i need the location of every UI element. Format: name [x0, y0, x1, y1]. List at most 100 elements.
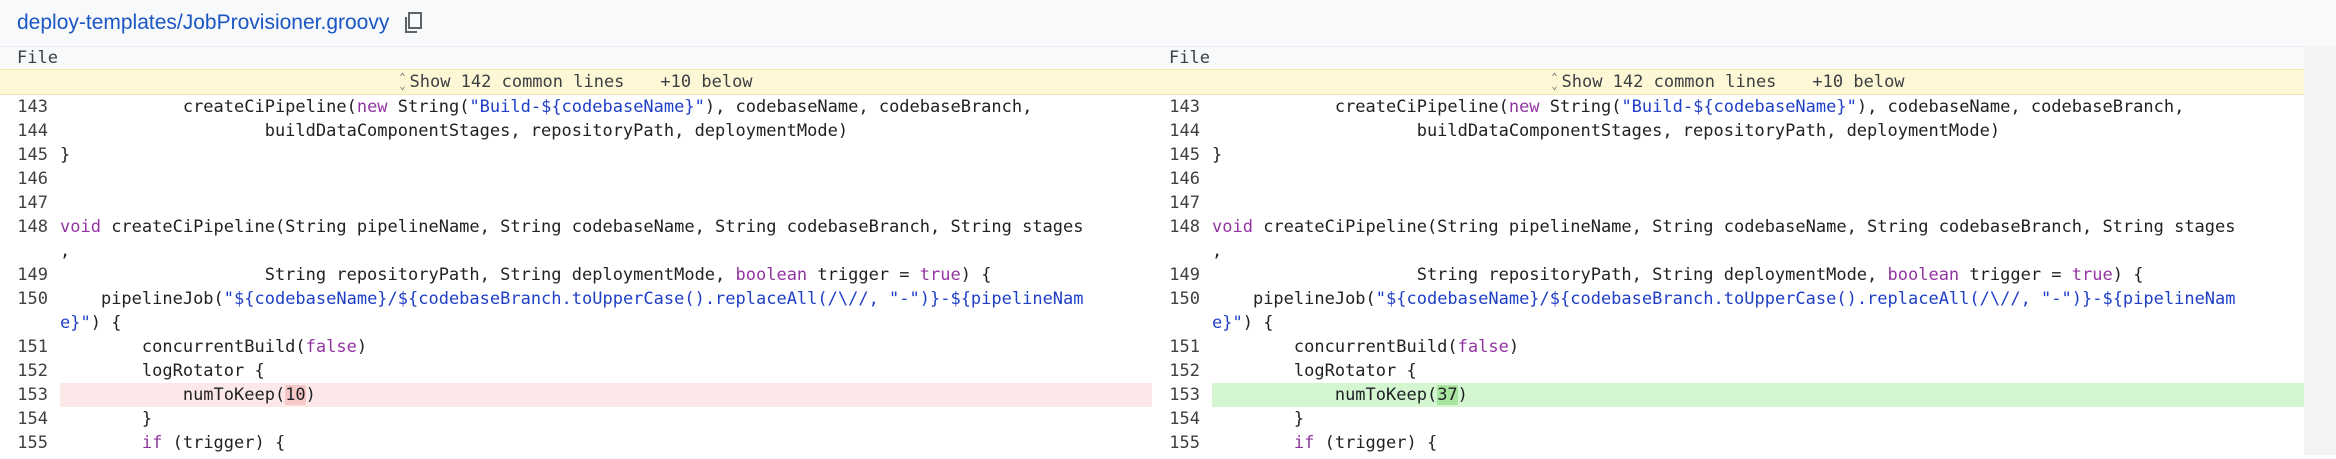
- code-token: false: [305, 337, 357, 357]
- code-token: ): [305, 385, 316, 405]
- code-token: "Build-${codebaseName}": [469, 97, 705, 117]
- line-number[interactable]: 151: [1152, 335, 1212, 359]
- line-content: logRotator {: [60, 359, 1152, 383]
- code-line: 147: [1152, 191, 2304, 215]
- line-number[interactable]: 154: [1152, 407, 1212, 431]
- code-token: boolean: [1887, 265, 1960, 285]
- line-number[interactable]: 144: [0, 119, 60, 143]
- line-number[interactable]: 153: [1152, 383, 1212, 407]
- line-number[interactable]: 152: [1152, 359, 1212, 383]
- line-number[interactable]: 147: [0, 191, 60, 215]
- code-token: numToKeep(: [60, 385, 286, 405]
- line-content: [1212, 167, 2304, 191]
- code-token: ) {: [90, 313, 122, 333]
- line-number[interactable]: 154: [0, 407, 60, 431]
- code-line: 155 if (trigger) {: [1152, 431, 2304, 455]
- line-number[interactable]: 148: [0, 215, 60, 263]
- line-number[interactable]: 144: [1152, 119, 1212, 143]
- line-content: numToKeep(37): [1212, 383, 2304, 407]
- code-token: }: [60, 145, 71, 165]
- left-pane: File ⌃ ⌄ Show 142 common lines +10 below …: [0, 46, 1152, 455]
- code-token: ) {: [960, 265, 992, 285]
- code-token: new: [1508, 97, 1540, 117]
- left-code-block: 143 createCiPipeline(new String("Build-$…: [0, 95, 1152, 455]
- below-count-label[interactable]: +10 below: [660, 70, 752, 94]
- expand-chevron-icon: ⌃ ⌄: [399, 72, 406, 92]
- line-content: logRotator {: [1212, 359, 2304, 383]
- show-common-lines-label: Show 142 common lines: [1561, 72, 1777, 92]
- left-file-label: File: [0, 46, 1152, 69]
- code-line: 149 String repositoryPath, String deploy…: [0, 263, 1152, 287]
- code-token: (trigger) {: [1314, 433, 1438, 453]
- code-token: logRotator {: [60, 361, 265, 381]
- code-line: 144 buildDataComponentStages, repository…: [1152, 119, 2304, 143]
- line-number[interactable]: 153: [0, 383, 60, 407]
- line-content: concurrentBuild(false): [60, 335, 1152, 359]
- line-number[interactable]: 145: [1152, 143, 1212, 167]
- code-token: 37: [1437, 385, 1458, 405]
- code-line: 144 buildDataComponentStages, repository…: [0, 119, 1152, 143]
- line-number[interactable]: 150: [1152, 287, 1212, 335]
- line-number[interactable]: 146: [1152, 167, 1212, 191]
- line-number[interactable]: 151: [0, 335, 60, 359]
- right-show-common-lines-button[interactable]: ⌃ ⌄ Show 142 common lines +10 below: [1152, 69, 2304, 95]
- line-number[interactable]: 152: [0, 359, 60, 383]
- line-number[interactable]: 148: [1152, 215, 1212, 263]
- code-token: concurrentBuild(: [1212, 337, 1458, 357]
- line-number[interactable]: 149: [0, 263, 60, 287]
- line-content: String repositoryPath, String deployment…: [60, 263, 1152, 287]
- code-token: trigger =: [1959, 265, 2072, 285]
- code-token: true: [919, 265, 961, 285]
- code-line: 153 numToKeep(37): [1152, 383, 2304, 407]
- line-content: concurrentBuild(false): [1212, 335, 2304, 359]
- line-number[interactable]: 155: [0, 431, 60, 455]
- line-number[interactable]: 143: [1152, 95, 1212, 119]
- code-line: 152 logRotator {: [1152, 359, 2304, 383]
- line-content: void createCiPipeline(String pipelineNam…: [1212, 215, 2304, 263]
- line-number[interactable]: 146: [0, 167, 60, 191]
- right-pane: File ⌃ ⌄ Show 142 common lines +10 below …: [1152, 46, 2304, 455]
- code-token: ) {: [2112, 265, 2144, 285]
- code-line: 148 void createCiPipeline(String pipeline…: [0, 215, 1152, 263]
- file-path-link[interactable]: deploy-templates/JobProvisioner.groovy: [17, 11, 389, 35]
- code-token: String repositoryPath, String deployment…: [60, 265, 736, 285]
- code-token: false: [1457, 337, 1509, 357]
- code-token: buildDataComponentStages, repositoryPath…: [60, 121, 849, 141]
- code-line: 150 pipelineJob("${codebaseName}/${codeb…: [0, 287, 1152, 335]
- line-content: createCiPipeline(new String("Build-${cod…: [1212, 95, 2304, 119]
- line-content: if (trigger) {: [1212, 431, 2304, 455]
- code-token: 10: [285, 385, 306, 405]
- file-header: deploy-templates/JobProvisioner.groovy: [0, 0, 2336, 46]
- code-line: 154 }: [0, 407, 1152, 431]
- line-content: pipelineJob("${codebaseName}/${codebaseB…: [1212, 287, 2304, 335]
- line-number[interactable]: 143: [0, 95, 60, 119]
- code-line: 155 if (trigger) {: [0, 431, 1152, 455]
- expand-chevron-icon: ⌃ ⌄: [1551, 72, 1558, 92]
- line-content: [60, 191, 1152, 215]
- code-token: ), codebaseName, codebaseBranch,: [704, 97, 1033, 117]
- below-count-label[interactable]: +10 below: [1812, 70, 1904, 94]
- code-token: String repositoryPath, String deployment…: [1212, 265, 1888, 285]
- code-line: 148 void createCiPipeline(String pipeline…: [1152, 215, 2304, 263]
- code-token: ), codebaseName, codebaseBranch,: [1856, 97, 2185, 117]
- code-token: (trigger) {: [162, 433, 286, 453]
- code-line: 147: [0, 191, 1152, 215]
- line-number[interactable]: 147: [1152, 191, 1212, 215]
- code-line: 151 concurrentBuild(false): [0, 335, 1152, 359]
- code-line: 154 }: [1152, 407, 2304, 431]
- line-content: [60, 167, 1152, 191]
- line-content: }: [1212, 143, 2304, 167]
- line-number[interactable]: 149: [1152, 263, 1212, 287]
- copy-icon[interactable]: [403, 11, 425, 35]
- line-number[interactable]: 150: [0, 287, 60, 335]
- line-number[interactable]: 155: [1152, 431, 1212, 455]
- line-number[interactable]: 145: [0, 143, 60, 167]
- code-line: 153 numToKeep(10): [0, 383, 1152, 407]
- left-show-common-lines-button[interactable]: ⌃ ⌄ Show 142 common lines +10 below: [0, 69, 1152, 95]
- line-content: buildDataComponentStages, repositoryPath…: [60, 119, 1152, 143]
- right-file-label: File: [1152, 46, 2304, 69]
- line-content: [1212, 191, 2304, 215]
- code-token: createCiPipeline(: [1212, 97, 1509, 117]
